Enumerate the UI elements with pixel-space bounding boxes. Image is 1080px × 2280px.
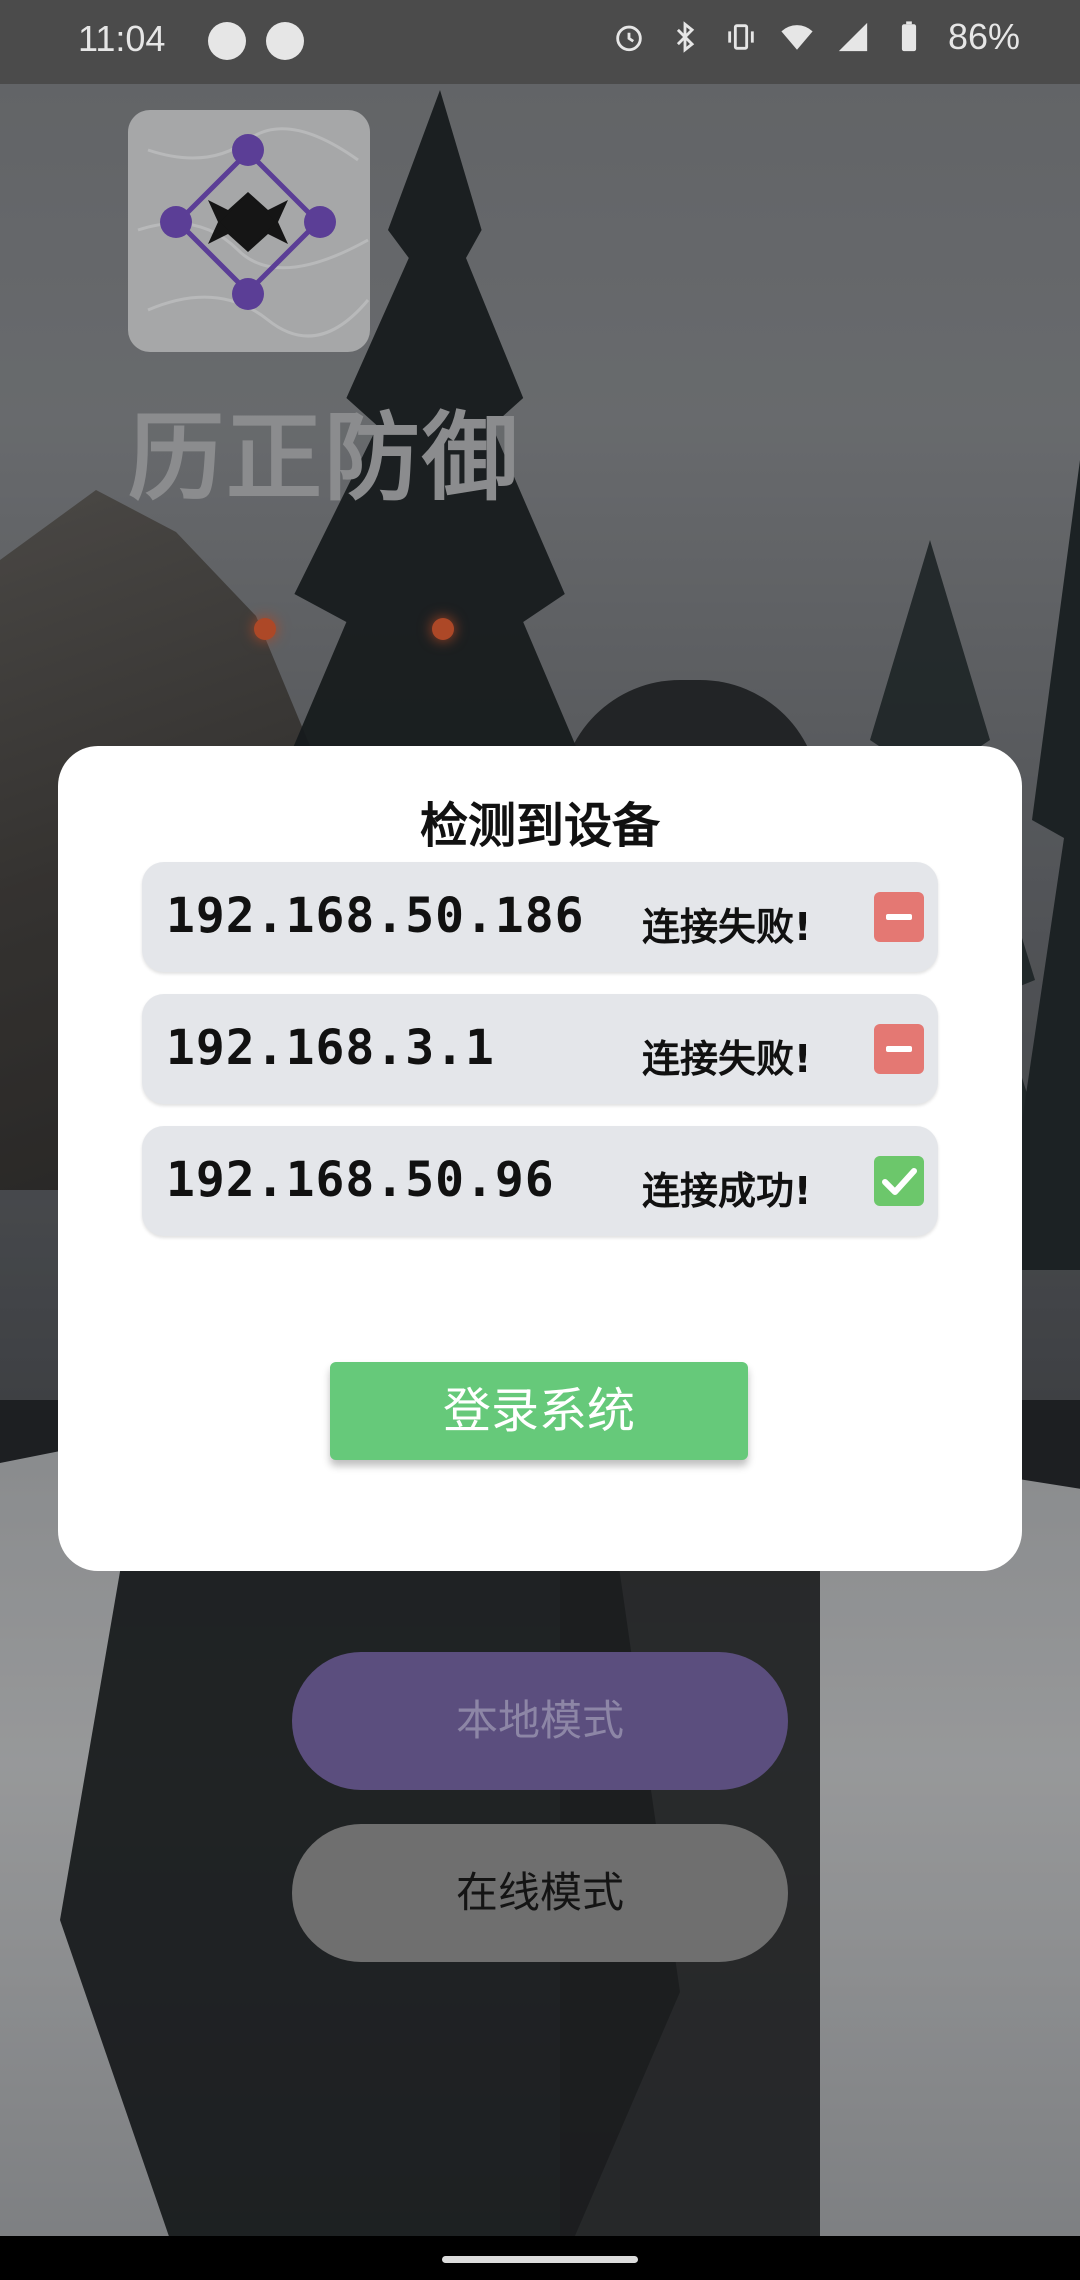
battery-percent: 86% (947, 16, 1020, 57)
bluetooth-icon (676, 21, 695, 53)
device-status: 连接失败! (642, 905, 812, 949)
login-system-button[interactable]: 登录系统 (330, 1362, 748, 1460)
vibrate-icon (728, 24, 754, 50)
device-row[interactable]: 192.168.3.1 连接失败! (142, 994, 938, 1104)
device-status: 连接失败! (642, 1037, 812, 1081)
dialog-title: 检测到设备 (419, 798, 660, 854)
remove-icon[interactable] (874, 892, 924, 942)
app-screen: 11:04 86% 历正防御 检测到设备 192.168.50.186 连接失败… (0, 0, 1080, 2280)
online-mode-button[interactable]: 在线模式 (292, 1824, 788, 1962)
device-ip: 192.168.50.186 (166, 888, 585, 944)
drone-logo-icon (137, 127, 370, 338)
device-detection-dialog: 检测到设备 192.168.50.186 连接失败! 192.168.3.1 连… (58, 746, 1022, 1571)
app-notification-icon (266, 22, 304, 60)
brand-name: 历正防御 (128, 402, 520, 514)
signal-icon (838, 22, 868, 52)
status-time: 11:04 (78, 18, 166, 59)
battery-icon (901, 21, 917, 52)
device-ip: 192.168.50.96 (166, 1152, 555, 1208)
home-gesture-handle[interactable] (442, 2256, 638, 2263)
device-status: 连接成功! (642, 1169, 812, 1213)
device-row[interactable]: 192.168.50.186 连接失败! (142, 862, 938, 972)
globe-icon (208, 22, 246, 60)
alarm-icon (616, 25, 642, 52)
local-mode-button[interactable]: 本地模式 (292, 1652, 788, 1790)
status-icons: 86% (612, 16, 1020, 58)
app-logo (128, 110, 370, 352)
device-ip: 192.168.3.1 (166, 1020, 495, 1076)
checkmark-icon[interactable] (874, 1156, 924, 1206)
status-bar: 11:04 86% (0, 0, 1080, 84)
wifi-icon (781, 25, 813, 50)
device-row[interactable]: 192.168.50.96 连接成功! (142, 1126, 938, 1236)
remove-icon[interactable] (874, 1024, 924, 1074)
